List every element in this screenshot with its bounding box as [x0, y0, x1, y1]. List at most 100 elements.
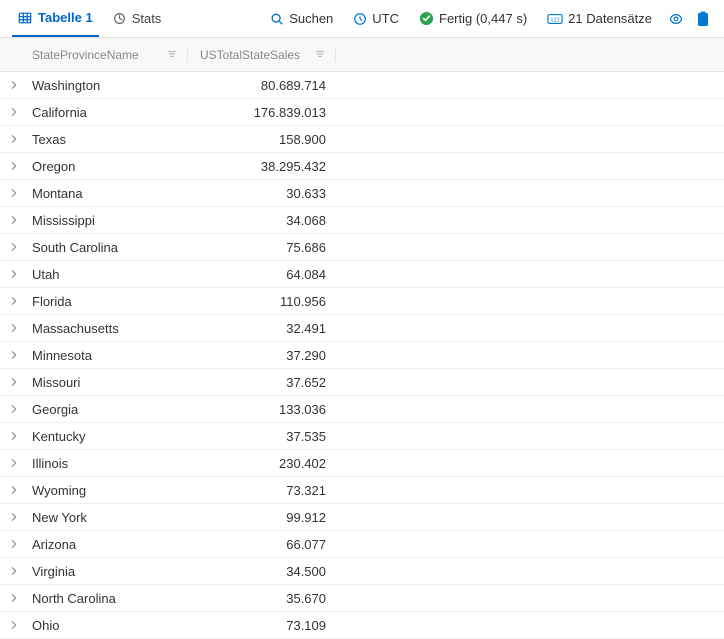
- clipboard-icon: [696, 11, 710, 27]
- cell-sales: 37.290: [188, 348, 336, 363]
- cell-state: Texas: [28, 132, 188, 147]
- sort-icon: [315, 48, 325, 62]
- table-row[interactable]: Virginia34.500: [0, 558, 724, 585]
- table-row[interactable]: Utah64.084: [0, 261, 724, 288]
- cell-sales: 34.068: [188, 213, 336, 228]
- cell-sales: 32.491: [188, 321, 336, 336]
- chevron-right-icon[interactable]: [0, 458, 28, 468]
- table-row[interactable]: Montana30.633: [0, 180, 724, 207]
- cell-state: California: [28, 105, 188, 120]
- cell-sales: 35.670: [188, 591, 336, 606]
- stats-icon: [113, 12, 126, 25]
- cell-state: Georgia: [28, 402, 188, 417]
- cell-state: Oregon: [28, 159, 188, 174]
- timezone-button[interactable]: UTC: [347, 7, 405, 30]
- cell-sales: 80.689.714: [188, 78, 336, 93]
- eye-icon: [668, 12, 684, 26]
- table-row[interactable]: Kentucky37.535: [0, 423, 724, 450]
- chevron-right-icon[interactable]: [0, 512, 28, 522]
- clock-icon: [353, 12, 367, 26]
- cell-state: Massachusetts: [28, 321, 188, 336]
- tab-table-label: Tabelle 1: [38, 10, 93, 25]
- clipboard-button[interactable]: [694, 7, 712, 31]
- chevron-right-icon[interactable]: [0, 566, 28, 576]
- table-row[interactable]: Florida110.956: [0, 288, 724, 315]
- record-count-label: 21 Datensätze: [568, 11, 652, 26]
- cell-sales: 73.321: [188, 483, 336, 498]
- cell-sales: 133.036: [188, 402, 336, 417]
- chevron-right-icon[interactable]: [0, 107, 28, 117]
- cell-state: Virginia: [28, 564, 188, 579]
- table-row[interactable]: Georgia133.036: [0, 396, 724, 423]
- table-row[interactable]: Washington80.689.714: [0, 72, 724, 99]
- tab-table[interactable]: Tabelle 1: [12, 0, 99, 37]
- cell-state: Minnesota: [28, 348, 188, 363]
- visibility-toggle[interactable]: [666, 8, 686, 30]
- check-circle-icon: [419, 11, 434, 26]
- record-count: 123 21 Datensätze: [541, 7, 658, 30]
- sort-icon: [167, 48, 177, 62]
- chevron-right-icon[interactable]: [0, 296, 28, 306]
- chevron-right-icon[interactable]: [0, 269, 28, 279]
- cell-state: Wyoming: [28, 483, 188, 498]
- table-row[interactable]: Missouri37.652: [0, 369, 724, 396]
- cell-sales: 110.956: [188, 294, 336, 309]
- chevron-right-icon[interactable]: [0, 593, 28, 603]
- cell-state: New York: [28, 510, 188, 525]
- cell-sales: 176.839.013: [188, 105, 336, 120]
- cell-state: Missouri: [28, 375, 188, 390]
- chevron-right-icon[interactable]: [0, 134, 28, 144]
- chevron-right-icon[interactable]: [0, 215, 28, 225]
- table-row[interactable]: Texas158.900: [0, 126, 724, 153]
- column-header-state-label: StateProvinceName: [32, 48, 139, 62]
- table-icon: [18, 11, 32, 25]
- count-icon: 123: [547, 12, 563, 26]
- svg-text:123: 123: [550, 16, 559, 23]
- chevron-right-icon[interactable]: [0, 161, 28, 171]
- chevron-right-icon[interactable]: [0, 188, 28, 198]
- search-button[interactable]: Suchen: [264, 7, 339, 30]
- table-row[interactable]: Mississippi34.068: [0, 207, 724, 234]
- table-row[interactable]: Minnesota37.290: [0, 342, 724, 369]
- chevron-right-icon[interactable]: [0, 620, 28, 630]
- table-row[interactable]: Oregon38.295.432: [0, 153, 724, 180]
- timezone-label: UTC: [372, 11, 399, 26]
- toolbar: Tabelle 1 Stats Suchen: [0, 0, 724, 38]
- cell-sales: 75.686: [188, 240, 336, 255]
- cell-sales: 99.912: [188, 510, 336, 525]
- cell-sales: 37.535: [188, 429, 336, 444]
- column-header-state[interactable]: StateProvinceName: [28, 48, 188, 62]
- table-row[interactable]: South Carolina75.686: [0, 234, 724, 261]
- cell-sales: 34.500: [188, 564, 336, 579]
- table-row[interactable]: Wyoming73.321: [0, 477, 724, 504]
- table-row[interactable]: California176.839.013: [0, 99, 724, 126]
- chevron-right-icon[interactable]: [0, 485, 28, 495]
- table-body: Washington80.689.714California176.839.01…: [0, 72, 724, 639]
- chevron-right-icon[interactable]: [0, 242, 28, 252]
- cell-state: Montana: [28, 186, 188, 201]
- chevron-right-icon[interactable]: [0, 350, 28, 360]
- cell-sales: 37.652: [188, 375, 336, 390]
- tab-stats[interactable]: Stats: [107, 0, 168, 37]
- column-header-sales[interactable]: USTotalStateSales: [188, 48, 336, 62]
- cell-sales: 158.900: [188, 132, 336, 147]
- chevron-right-icon[interactable]: [0, 323, 28, 333]
- table-row[interactable]: Illinois230.402: [0, 450, 724, 477]
- chevron-right-icon[interactable]: [0, 404, 28, 414]
- search-label: Suchen: [289, 11, 333, 26]
- chevron-right-icon[interactable]: [0, 539, 28, 549]
- chevron-right-icon[interactable]: [0, 80, 28, 90]
- table-row[interactable]: Arizona66.077: [0, 531, 724, 558]
- table-row[interactable]: New York99.912: [0, 504, 724, 531]
- table-row[interactable]: Massachusetts32.491: [0, 315, 724, 342]
- chevron-right-icon[interactable]: [0, 431, 28, 441]
- table-row[interactable]: Ohio73.109: [0, 612, 724, 639]
- table-row[interactable]: North Carolina35.670: [0, 585, 724, 612]
- cell-state: Illinois: [28, 456, 188, 471]
- chevron-right-icon[interactable]: [0, 377, 28, 387]
- cell-state: North Carolina: [28, 591, 188, 606]
- cell-state: Arizona: [28, 537, 188, 552]
- cell-state: Kentucky: [28, 429, 188, 444]
- cell-state: Washington: [28, 78, 188, 93]
- cell-sales: 230.402: [188, 456, 336, 471]
